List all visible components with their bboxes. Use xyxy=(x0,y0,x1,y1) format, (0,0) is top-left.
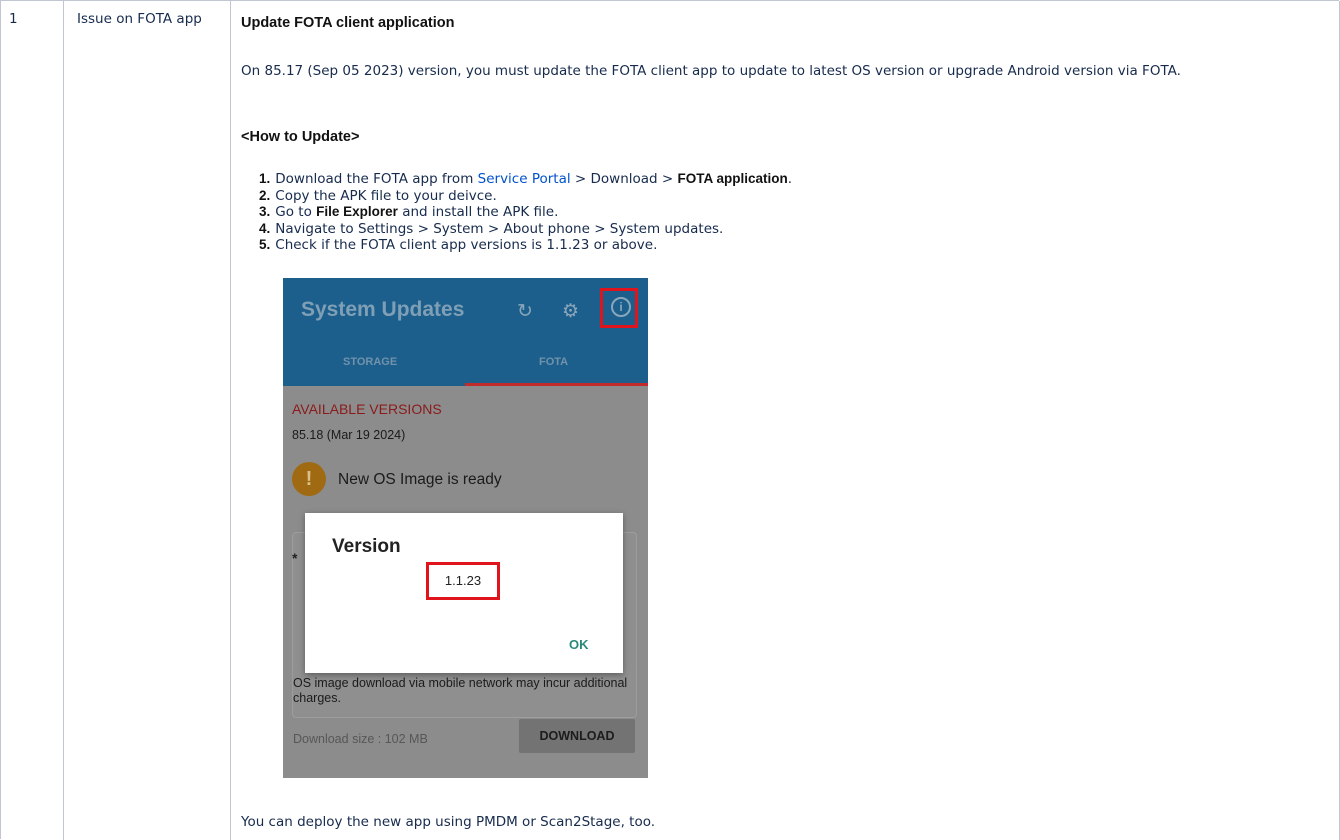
info-table: 1 Issue on FOTA app Update FOTA client a… xyxy=(0,0,1340,840)
step-number: 3. xyxy=(259,204,271,219)
step-text: Copy the APK file to your deivce. xyxy=(275,187,497,204)
system-updates-screenshot: System Updates ↻ ⚙ i STORAGE FOTA AVAILA… xyxy=(283,278,648,778)
tab-indicator xyxy=(465,383,648,386)
download-size: Download size : 102 MB xyxy=(293,732,428,746)
step-item: 2. Copy the APK file to your deivce. xyxy=(259,188,792,205)
app-bar: System Updates ↻ ⚙ i STORAGE FOTA xyxy=(283,278,648,386)
step-number: 1. xyxy=(259,171,271,186)
row-number: 1 xyxy=(9,11,18,27)
version-dialog: Version 1.1.23 OK xyxy=(305,513,623,673)
step-item: 1. Download the FOTA app from Service Por… xyxy=(259,171,792,188)
step-text: and install the APK file. xyxy=(397,204,559,220)
step-text: Check if the FOTA client app versions is… xyxy=(275,237,658,253)
section-title: Update FOTA client application xyxy=(241,15,455,31)
tab-fota: FOTA xyxy=(539,356,569,368)
info-icon-highlight: i xyxy=(600,288,638,328)
status-text: New OS Image is ready xyxy=(338,471,502,488)
footer-note: You can deploy the new app using PMDM or… xyxy=(241,814,656,830)
step-text: Go to xyxy=(275,204,317,220)
step-text: Navigate to Settings > System > About ph… xyxy=(275,220,724,237)
gear-icon: ⚙ xyxy=(562,301,580,322)
dialog-title: Version xyxy=(332,536,401,557)
step-item: 4. Navigate to Settings > System > About … xyxy=(259,221,792,238)
number-cell: 1 xyxy=(1,1,64,840)
how-to-heading: <How to Update> xyxy=(241,129,360,145)
dialog-ok-button: OK xyxy=(569,637,589,652)
service-portal-link[interactable]: Service Portal xyxy=(478,171,571,187)
step-number: 5. xyxy=(259,237,271,252)
available-versions-label: AVAILABLE VERSIONS xyxy=(292,401,442,417)
available-version: 85.18 (Mar 19 2024) xyxy=(292,428,406,442)
issue-cell: Issue on FOTA app xyxy=(64,1,231,840)
steps-list: 1. Download the FOTA app from Service Por… xyxy=(259,171,792,254)
app-title: System Updates xyxy=(301,298,465,321)
step-item: 5. Check if the FOTA client app versions … xyxy=(259,237,792,254)
warning-icon: ! xyxy=(292,462,326,496)
step-number: 2. xyxy=(259,187,271,203)
info-icon: i xyxy=(611,297,631,317)
download-button: DOWNLOAD xyxy=(519,719,635,753)
card-text: OS image download via mobile network may… xyxy=(293,676,628,705)
card-bullet: * xyxy=(292,550,298,566)
step-item: 3. Go to File Explorer and install the AP… xyxy=(259,204,792,221)
intro-paragraph: On 85.17 (Sep 05 2023) version, you must… xyxy=(241,63,1181,79)
sync-icon: ↻ xyxy=(517,301,533,322)
step-text: Download the FOTA app from xyxy=(275,171,478,187)
step-bold-text: File Explorer xyxy=(316,204,398,219)
step-text: > Download > xyxy=(570,171,678,187)
step-number: 4. xyxy=(259,220,271,236)
step-text: . xyxy=(787,171,793,187)
dialog-version-highlight: 1.1.23 xyxy=(426,562,500,600)
step-bold-text: FOTA application xyxy=(677,171,788,186)
tab-storage: STORAGE xyxy=(343,356,398,368)
issue-label: Issue on FOTA app xyxy=(77,11,202,27)
